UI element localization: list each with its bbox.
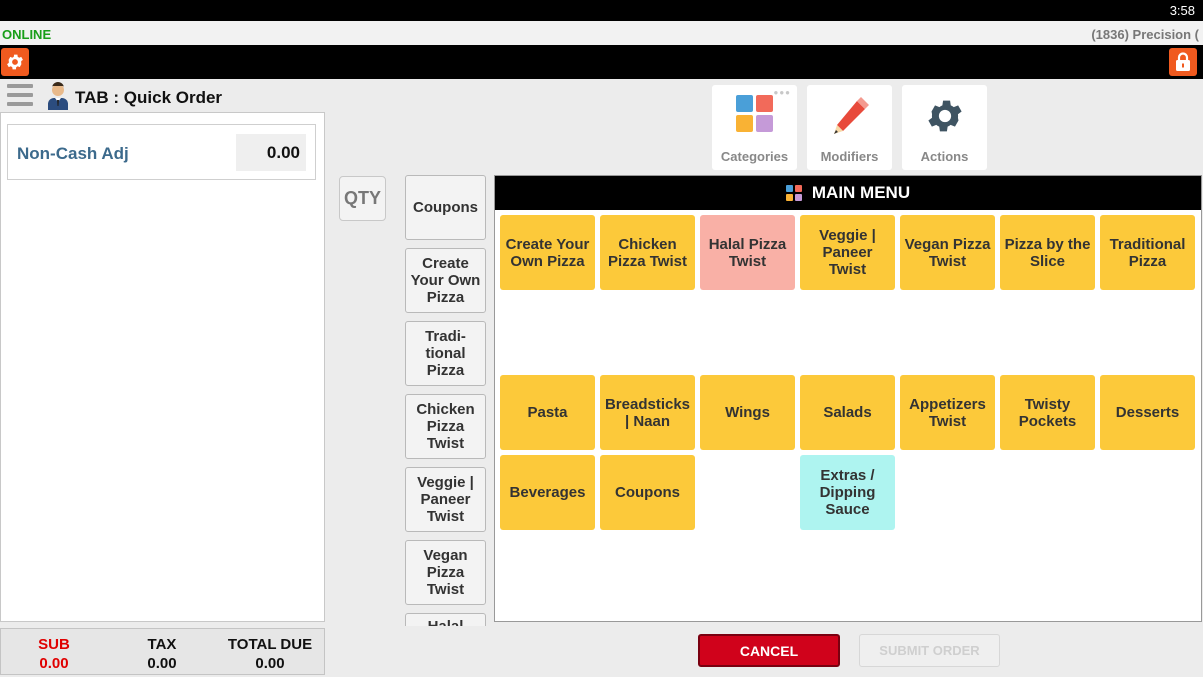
tax-value: 0.00 — [147, 655, 177, 672]
category-shortcut-coupons[interactable]: Coupons — [405, 175, 486, 240]
menu-item-coupons[interactable]: Coupons — [600, 455, 695, 530]
menu-item-beverages[interactable]: Beverages — [500, 455, 595, 530]
gear-icon — [7, 54, 23, 70]
modifiers-tile[interactable]: Modifiers — [807, 85, 892, 170]
category-shortcut-traditional-pizza[interactable]: Tradi-tional Pizza — [405, 321, 486, 386]
categories-label: Categories — [720, 149, 789, 164]
category-shortcut-veggie-paneer-twist[interactable]: Veggie | Paneer Twist — [405, 467, 486, 532]
page-title: TAB : Quick Order — [75, 88, 223, 107]
menu-item-extras-dipping-sauce[interactable]: Extras / Dipping Sauce — [800, 455, 895, 530]
menu-item-create-your-own-pizza[interactable]: Create Your Own Pizza — [500, 215, 595, 290]
qty-button[interactable]: QTY — [339, 176, 386, 221]
menu-item-pasta[interactable]: Pasta — [500, 375, 595, 450]
menu-item-halal-pizza-twist[interactable]: Halal Pizza Twist — [700, 215, 795, 290]
category-shortcut-halal[interactable]: Halal — [405, 613, 486, 626]
actions-label: Actions — [920, 149, 969, 164]
total-due-value: 0.00 — [255, 655, 285, 672]
menu-item-vegan-pizza-twist[interactable]: Vegan Pizza Twist — [900, 215, 995, 290]
order-header: TAB : Quick Order — [0, 79, 325, 113]
subtotal-value: 0.00 — [39, 655, 69, 672]
totals-bar: SUB 0.00 TAX 0.00 TOTAL DUE 0.00 — [0, 628, 325, 675]
order-line-name: Non-Cash Adj — [17, 144, 129, 163]
actions-tile[interactable]: Actions — [902, 85, 987, 170]
modifiers-label: Modifiers — [820, 149, 879, 164]
waiter-icon — [46, 82, 70, 115]
main-menu-panel: MAIN MENU Create Your Own Pizza Chicken P… — [494, 175, 1202, 622]
system-status-bar: 3:58 — [0, 0, 1203, 21]
top-toolbar — [0, 45, 1203, 79]
categories-tile[interactable]: ●●● Categories — [712, 85, 797, 170]
menu-item-veggie-paneer-twist[interactable]: Veggie | Paneer Twist — [800, 215, 895, 290]
subtotal: SUB 0.00 — [23, 636, 85, 672]
category-shortcut-vegan-pizza-twist[interactable]: Vegan Pizza Twist — [405, 540, 486, 605]
menu-item-twisty-pockets[interactable]: Twisty Pockets — [1000, 375, 1095, 450]
clock: 3:58 — [1169, 3, 1195, 18]
cancel-button[interactable]: CANCEL — [698, 634, 840, 667]
menu-item-chicken-pizza-twist[interactable]: Chicken Pizza Twist — [600, 215, 695, 290]
tax-label: TAX — [147, 636, 177, 653]
submit-order-button[interactable]: SUBMIT ORDER — [859, 634, 1000, 667]
pencil-icon — [807, 95, 892, 137]
category-shortcut-chicken-pizza-twist[interactable]: Chicken Pizza Twist — [405, 394, 486, 459]
order-line-amount: 0.00 — [236, 134, 306, 171]
lock-button[interactable] — [1169, 48, 1197, 76]
category-shortcut-list[interactable]: Coupons Create Your Own Pizza Tradi-tion… — [405, 174, 487, 626]
total-due-label: TOTAL DUE — [227, 636, 313, 653]
main-menu-header: MAIN MENU — [495, 176, 1201, 210]
menu-item-appetizers-twist[interactable]: Appetizers Twist — [900, 375, 995, 450]
category-shortcut-create-your-own-pizza[interactable]: Create Your Own Pizza — [405, 248, 486, 313]
menu-item-breadsticks-naan[interactable]: Breadsticks | Naan — [600, 375, 695, 450]
menu-grid-icon — [785, 185, 802, 201]
menu-item-pizza-by-the-slice[interactable]: Pizza by the Slice — [1000, 215, 1095, 290]
menu-item-salads[interactable]: Salads — [800, 375, 895, 450]
subtotal-label: SUB — [38, 636, 70, 653]
menu-item-traditional-pizza[interactable]: Traditional Pizza — [1100, 215, 1195, 290]
gear-icon — [902, 95, 987, 137]
menu-item-wings[interactable]: Wings — [700, 375, 795, 450]
info-bar: ONLINE (1836) Precision ( — [0, 21, 1203, 45]
tax: TAX 0.00 — [131, 636, 193, 672]
order-line-item[interactable]: Non-Cash Adj 0.00 — [7, 124, 316, 180]
connection-status: ONLINE — [2, 27, 52, 42]
settings-button[interactable] — [1, 48, 29, 76]
store-name: (1836) Precision ( — [1091, 27, 1199, 42]
total-due: TOTAL DUE 0.00 — [219, 636, 321, 672]
categories-grid-icon — [712, 95, 797, 133]
menu-item-desserts[interactable]: Desserts — [1100, 375, 1195, 450]
order-list-panel: Non-Cash Adj 0.00 — [0, 112, 325, 622]
hamburger-menu-icon[interactable] — [7, 84, 33, 108]
lock-icon — [1176, 52, 1190, 71]
main-menu-title: MAIN MENU — [811, 183, 911, 202]
